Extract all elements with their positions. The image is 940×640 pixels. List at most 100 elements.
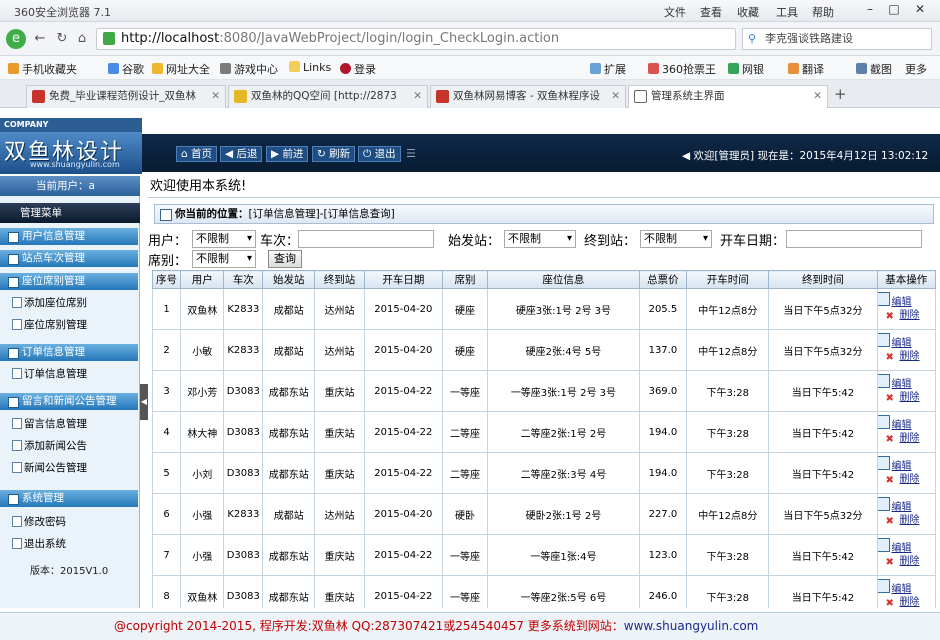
nav-refresh-button[interactable]: ↻ 刷新	[312, 146, 356, 162]
sidebar-collapse-handle[interactable]: ◀	[140, 384, 148, 420]
edit-link[interactable]: 编辑	[892, 379, 912, 390]
edit-action[interactable]: 编辑	[878, 292, 934, 309]
group-order-management[interactable]: 订单信息管理	[0, 344, 138, 361]
delete-link[interactable]: 删除	[900, 433, 920, 444]
nav-home-button[interactable]: ⌂ 首页	[176, 146, 218, 162]
delete-action[interactable]: ✖ 删除	[878, 432, 934, 445]
menu-view[interactable]: 查看	[700, 4, 722, 20]
group-user-management[interactable]: 用户信息管理	[0, 228, 138, 245]
bookmark-portal[interactable]: 网址大全	[152, 61, 210, 77]
close-window-icon[interactable]: ✕	[910, 2, 930, 18]
group-system[interactable]: 系统管理	[0, 490, 138, 507]
menu-tools[interactable]: 工具	[776, 4, 798, 20]
delete-link[interactable]: 删除	[900, 597, 920, 608]
edit-link[interactable]: 编辑	[892, 420, 912, 431]
delete-action[interactable]: ✖ 删除	[878, 473, 934, 486]
delete-action[interactable]: ✖ 删除	[878, 514, 934, 527]
edit-action[interactable]: 编辑	[878, 579, 934, 596]
tab-qq-space[interactable]: 双鱼林的QQ空间 [http://2873 ✕	[228, 85, 428, 108]
group-message-news[interactable]: 留言和新闻公告管理	[0, 393, 138, 410]
screenshot-button[interactable]: 截图	[856, 61, 892, 77]
new-tab-icon[interactable]: +	[834, 85, 847, 103]
url-input[interactable]: http://localhost:8080/JavaWebProject/log…	[96, 28, 736, 50]
bookmark-login[interactable]: 登录	[340, 61, 376, 77]
minimize-icon[interactable]: –	[860, 2, 880, 18]
delete-action[interactable]: ✖ 删除	[878, 555, 934, 568]
extensions-button[interactable]: 扩展	[590, 61, 626, 77]
query-button[interactable]: 查询	[268, 250, 302, 268]
ticket-button[interactable]: 360抢票王	[648, 61, 716, 77]
delete-link[interactable]: 删除	[900, 515, 920, 526]
tab-netease-blog[interactable]: 双鱼林网易博客 - 双鱼林程序设 ✕	[430, 85, 626, 108]
edit-link[interactable]: 编辑	[892, 297, 912, 308]
sidebar-item-change-password[interactable]: 修改密码	[10, 514, 66, 529]
location-path: [订单信息管理]-[订单信息查询]	[248, 208, 395, 220]
cell-index: 8	[151, 575, 182, 608]
search-input[interactable]: ⚲ 李克强谈铁路建设	[742, 28, 932, 50]
sidebar-item-order-management[interactable]: 订单信息管理	[10, 366, 87, 381]
edit-action[interactable]: 编辑	[878, 497, 934, 514]
tab-free-course[interactable]: 免费_毕业课程范例设计_双鱼林 ✕	[26, 85, 226, 108]
sidebar-item-message-management[interactable]: 留言信息管理	[10, 416, 87, 431]
bank-button[interactable]: 网银	[728, 61, 764, 77]
bookmark-google[interactable]: 谷歌	[108, 61, 144, 77]
sidebar-item-seat-class-management[interactable]: 座位席别管理	[10, 317, 87, 332]
edit-action[interactable]: 编辑	[878, 538, 934, 555]
nav-forward-button[interactable]: ▶ 前进	[266, 146, 309, 162]
edit-link[interactable]: 编辑	[892, 584, 912, 595]
site-logo[interactable]: 双鱼林设计 www.shuangyulin.com	[0, 132, 142, 174]
nav-logout-button[interactable]: ⏻ 退出	[358, 146, 401, 162]
menu-favorites[interactable]: 收藏	[737, 4, 759, 20]
menu-file[interactable]: 文件	[664, 4, 686, 20]
edit-action[interactable]: 编辑	[878, 374, 934, 391]
delete-link[interactable]: 删除	[900, 556, 920, 567]
edit-action[interactable]: 编辑	[878, 333, 934, 350]
sidebar-item-add-seat-class[interactable]: 添加座位席别	[10, 295, 87, 310]
train-filter-input[interactable]	[298, 230, 434, 248]
back-icon[interactable]: ←	[30, 29, 50, 49]
edit-link[interactable]: 编辑	[892, 543, 912, 554]
refresh-icon[interactable]: ↻	[52, 29, 72, 49]
home-icon[interactable]: ⌂	[72, 29, 92, 49]
edit-link[interactable]: 编辑	[892, 338, 912, 349]
group-seat-class[interactable]: 座位席别管理	[0, 273, 138, 290]
delete-action[interactable]: ✖ 删除	[878, 596, 934, 608]
seat-filter-select[interactable]: 不限制	[192, 250, 256, 268]
edit-link[interactable]: 编辑	[892, 461, 912, 472]
delete-link[interactable]: 删除	[900, 474, 920, 485]
bookmark-links[interactable]: Links	[289, 61, 331, 74]
start-station-select[interactable]: 不限制	[504, 230, 576, 248]
footer-site-link[interactable]: www.shuangyulin.com	[624, 619, 759, 633]
cell-end-station: 重庆站	[314, 452, 365, 494]
bookmark-mobile[interactable]: 手机收藏夹	[8, 61, 77, 77]
menu-help[interactable]: 帮助	[812, 4, 834, 20]
delete-link[interactable]: 删除	[900, 351, 920, 362]
nav-back-button[interactable]: ◀ 后退	[220, 146, 263, 162]
delete-link[interactable]: 删除	[900, 310, 920, 321]
maximize-icon[interactable]: □	[884, 2, 904, 18]
sidebar-item-logout[interactable]: 退出系统	[10, 536, 66, 551]
delete-action[interactable]: ✖ 删除	[878, 391, 934, 404]
bookmark-games[interactable]: 游戏中心	[220, 61, 278, 77]
more-button[interactable]: 更多	[905, 61, 927, 77]
delete-link[interactable]: 删除	[900, 392, 920, 403]
delete-action[interactable]: ✖ 删除	[878, 350, 934, 363]
cell-train: K2833	[223, 493, 264, 535]
close-tab-icon[interactable]: ✕	[211, 86, 220, 107]
sidebar-item-add-news[interactable]: 添加新闻公告	[10, 438, 87, 453]
end-station-select[interactable]: 不限制	[640, 230, 712, 248]
close-tab-icon[interactable]: ✕	[413, 86, 422, 107]
translate-button[interactable]: 翻译	[788, 61, 824, 77]
close-tab-icon[interactable]: ✕	[611, 86, 620, 107]
user-filter-select[interactable]: 不限制	[192, 230, 256, 248]
gamepad-icon	[220, 63, 231, 74]
edit-action[interactable]: 编辑	[878, 456, 934, 473]
group-station-train[interactable]: 站点车次管理	[0, 250, 138, 267]
sidebar-item-news-management[interactable]: 新闻公告管理	[10, 460, 87, 475]
edit-link[interactable]: 编辑	[892, 502, 912, 513]
edit-action[interactable]: 编辑	[878, 415, 934, 432]
delete-action[interactable]: ✖ 删除	[878, 309, 934, 322]
date-filter-input[interactable]	[786, 230, 922, 248]
close-tab-icon[interactable]: ✕	[813, 86, 822, 107]
tab-admin-main[interactable]: 管理系统主界面 ✕	[628, 85, 828, 109]
